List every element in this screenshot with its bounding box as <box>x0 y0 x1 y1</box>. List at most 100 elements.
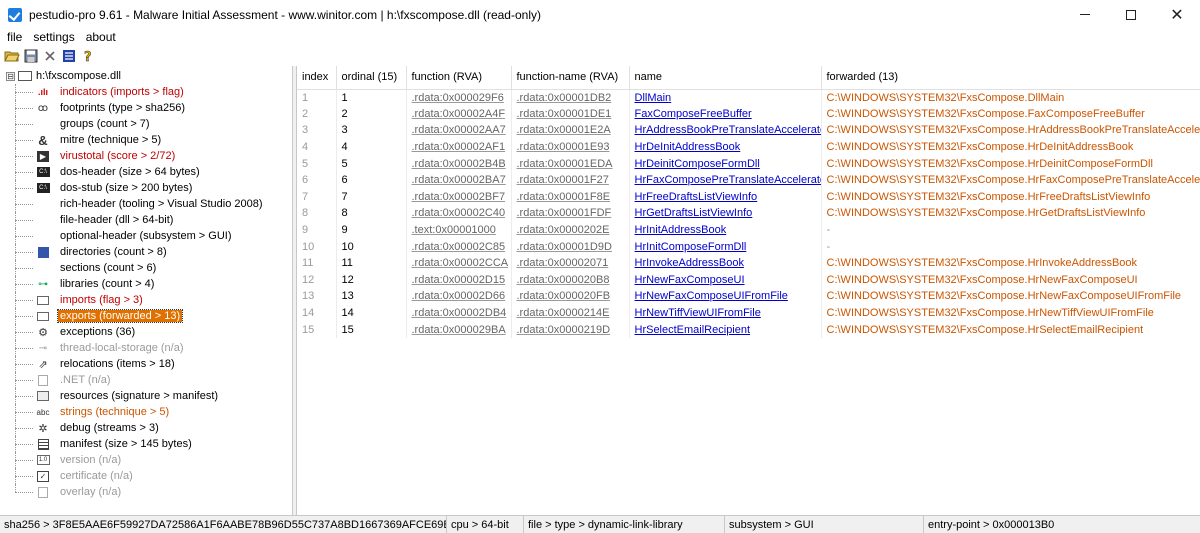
tree-item[interactable]: rich-header (tooling > Visual Studio 200… <box>0 196 292 212</box>
export-name-link[interactable]: HrDeInitAddressBook <box>635 141 741 153</box>
col-header-forwarded[interactable]: forwarded (13) <box>821 66 1200 90</box>
export-name-link[interactable]: DllMain <box>635 92 672 104</box>
tree-item[interactable]: exports (forwarded > 13) <box>0 308 292 324</box>
tree-item[interactable]: ⊸ thread-local-storage (n/a) <box>0 340 292 356</box>
tree-item[interactable]: .ılı indicators (imports > flag) <box>0 84 292 100</box>
tree-item[interactable]: overlay (n/a) <box>0 484 292 500</box>
table-row[interactable]: 14 14 .rdata:0x00002DB4 .rdata:0x0000214E Hr… <box>297 304 1200 322</box>
table-row[interactable]: 7 7 .rdata:0x00002BF7 .rdata:0x00001F8E HrFr… <box>297 188 1200 206</box>
tree-item[interactable]: manifest (size > 145 bytes) <box>0 436 292 452</box>
close-button[interactable]: ✕ <box>1154 0 1200 29</box>
tree-item[interactable]: ✓ certificate (n/a) <box>0 468 292 484</box>
col-header-index[interactable]: index <box>297 66 337 90</box>
cell-ordinal: 12 <box>336 271 407 289</box>
tree-item[interactable]: directories (count > 8) <box>0 244 292 260</box>
tree-item[interactable]: imports (flag > 3) <box>0 292 292 308</box>
tree-item[interactable]: C:\ dos-header (size > 64 bytes) <box>0 164 292 180</box>
open-button[interactable] <box>4 48 20 64</box>
tree-item[interactable]: ✲ debug (streams > 3) <box>0 420 292 436</box>
overlay-icon <box>36 486 50 498</box>
tree-item-label: directories (count > 8) <box>60 246 167 258</box>
export-name-link[interactable]: HrInvokeAddressBook <box>635 257 744 269</box>
list-button[interactable] <box>61 48 77 64</box>
table-row[interactable]: 5 5 .rdata:0x00002B4B .rdata:0x00001EDA HrDe… <box>297 155 1200 172</box>
minimize-button[interactable] <box>1062 0 1108 29</box>
export-name-link[interactable]: HrFreeDraftsListViewInfo <box>635 191 758 203</box>
menu-settings[interactable]: settings <box>29 30 78 44</box>
tree-item-label: manifest (size > 145 bytes) <box>60 438 192 450</box>
close-file-button[interactable] <box>42 48 58 64</box>
tree-item[interactable]: C:\ dos-stub (size > 200 bytes) <box>0 180 292 196</box>
export-name-link[interactable]: HrSelectEmailRecipient <box>635 324 751 336</box>
cell-index: 11 <box>297 254 337 272</box>
tree-item[interactable]: ⚙ exceptions (36) <box>0 324 292 340</box>
save-button[interactable] <box>23 48 39 64</box>
tree-item[interactable]: abc strings (technique > 5) <box>0 404 292 420</box>
tree-item[interactable]: .NET (n/a) <box>0 372 292 388</box>
tree-item[interactable]: optional-header (subsystem > GUI) <box>0 228 292 244</box>
cell-ordinal: 7 <box>336 188 407 206</box>
help-button[interactable]: ? <box>80 48 96 64</box>
cell-index: 8 <box>297 205 337 222</box>
cell-name: FaxComposeFreeBuffer <box>629 105 822 123</box>
resources-icon <box>36 390 50 402</box>
table-row[interactable]: 15 15 .rdata:0x000029BA .rdata:0x0000219D Hr… <box>297 321 1200 338</box>
cell-forwarded: C:\WINDOWS\SYSTEM32\FxsCompose.DllMain <box>821 89 1200 106</box>
tree-item[interactable]: ꝏ footprints (type > sha256) <box>0 100 292 116</box>
collapse-icon[interactable]: ⊟ <box>6 71 15 81</box>
export-name-link[interactable]: HrNewFaxComposeUI <box>635 274 745 286</box>
export-name-link[interactable]: HrAddressBookPreTranslateAccelerator <box>635 124 821 136</box>
table-row[interactable]: 4 4 .rdata:0x00002AF1 .rdata:0x00001E93 HrDe… <box>297 138 1200 156</box>
cell-forwarded: C:\WINDOWS\SYSTEM32\FxsCompose.HrNewFaxC… <box>821 288 1200 305</box>
tree-root-label: h:\fxscompose.dll <box>36 70 121 82</box>
status-cpu: cpu > 64-bit <box>447 515 524 533</box>
export-name-link[interactable]: HrNewTiffViewUIFromFile <box>635 307 761 319</box>
tree-item[interactable]: sections (count > 6) <box>0 260 292 276</box>
tree-item[interactable]: ▶ virustotal (score > 2/72) <box>0 148 292 164</box>
tree-item[interactable]: groups (count > 7) <box>0 116 292 132</box>
tree-item[interactable]: 1.0 version (n/a) <box>0 452 292 468</box>
export-name-link[interactable]: HrDeinitComposeFormDll <box>635 158 760 170</box>
cell-index: 6 <box>297 171 337 189</box>
cell-function-name-rva: .rdata:0x00001DE1 <box>511 105 630 123</box>
dotnet-icon <box>36 374 50 386</box>
tree-item[interactable]: file-header (dll > 64-bit) <box>0 212 292 228</box>
export-name-link[interactable]: FaxComposeFreeBuffer <box>635 108 752 120</box>
tree-item[interactable]: ⇗ relocations (items > 18) <box>0 356 292 372</box>
tree-item[interactable]: & mitre (technique > 5) <box>0 132 292 148</box>
col-header-function-name-rva[interactable]: function-name (RVA) <box>511 66 630 90</box>
menu-file[interactable]: file <box>3 30 26 44</box>
export-name-link[interactable]: HrInitComposeFormDll <box>635 241 747 253</box>
tree-item-label: relocations (items > 18) <box>60 358 175 370</box>
menu-about[interactable]: about <box>82 30 120 44</box>
tree-root[interactable]: ⊟ h:\fxscompose.dll <box>0 68 292 84</box>
table-row[interactable]: 9 9 .text:0x00001000 .rdata:0x0000202E HrIni… <box>297 221 1200 239</box>
export-name-link[interactable]: HrFaxComposePreTranslateAccelerator <box>635 174 821 186</box>
tree-item-label: exceptions (36) <box>60 326 136 338</box>
tree-item-label: thread-local-storage (n/a) <box>60 342 184 354</box>
cell-function-rva: .text:0x00001000 <box>406 221 512 239</box>
col-header-name[interactable]: name <box>629 66 822 90</box>
export-name-link[interactable]: HrGetDraftsListViewInfo <box>635 207 753 219</box>
table-row[interactable]: 6 6 .rdata:0x00002BA7 .rdata:0x00001F27 HrFa… <box>297 171 1200 189</box>
table-row[interactable]: 8 8 .rdata:0x00002C40 .rdata:0x00001FDF HrGe… <box>297 205 1200 222</box>
table-row[interactable]: 12 12 .rdata:0x00002D15 .rdata:0x000020B8 Hr… <box>297 271 1200 289</box>
col-header-ordinal[interactable]: ordinal (15) <box>336 66 407 90</box>
table-row[interactable]: 11 11 .rdata:0x00002CCA .rdata:0x00002071 Hr… <box>297 254 1200 272</box>
save-icon <box>24 49 38 63</box>
export-name-link[interactable]: HrNewFaxComposeUIFromFile <box>635 290 788 302</box>
table-row[interactable]: 10 10 .rdata:0x00002C85 .rdata:0x00001D9D Hr… <box>297 238 1200 255</box>
minimize-icon <box>1080 14 1090 15</box>
table-row[interactable]: 13 13 .rdata:0x00002D66 .rdata:0x000020FB Hr… <box>297 288 1200 305</box>
table-row[interactable]: 2 2 .rdata:0x00002A4F .rdata:0x00001DE1 FaxC… <box>297 105 1200 123</box>
cell-index: 3 <box>297 122 337 139</box>
cell-function-name-rva: .rdata:0x00001E2A <box>511 122 630 139</box>
table-row[interactable]: 3 3 .rdata:0x00002AA7 .rdata:0x00001E2A HrAd… <box>297 122 1200 139</box>
cell-function-name-rva: .rdata:0x0000219D <box>511 321 630 338</box>
maximize-button[interactable] <box>1108 0 1154 29</box>
col-header-function-rva[interactable]: function (RVA) <box>406 66 512 90</box>
table-row[interactable]: 1 1 .rdata:0x000029F6 .rdata:0x00001DB2 DllM… <box>297 89 1200 106</box>
tree-item[interactable]: ⊶ libraries (count > 4) <box>0 276 292 292</box>
export-name-link[interactable]: HrInitAddressBook <box>635 224 727 236</box>
tree-item[interactable]: resources (signature > manifest) <box>0 388 292 404</box>
